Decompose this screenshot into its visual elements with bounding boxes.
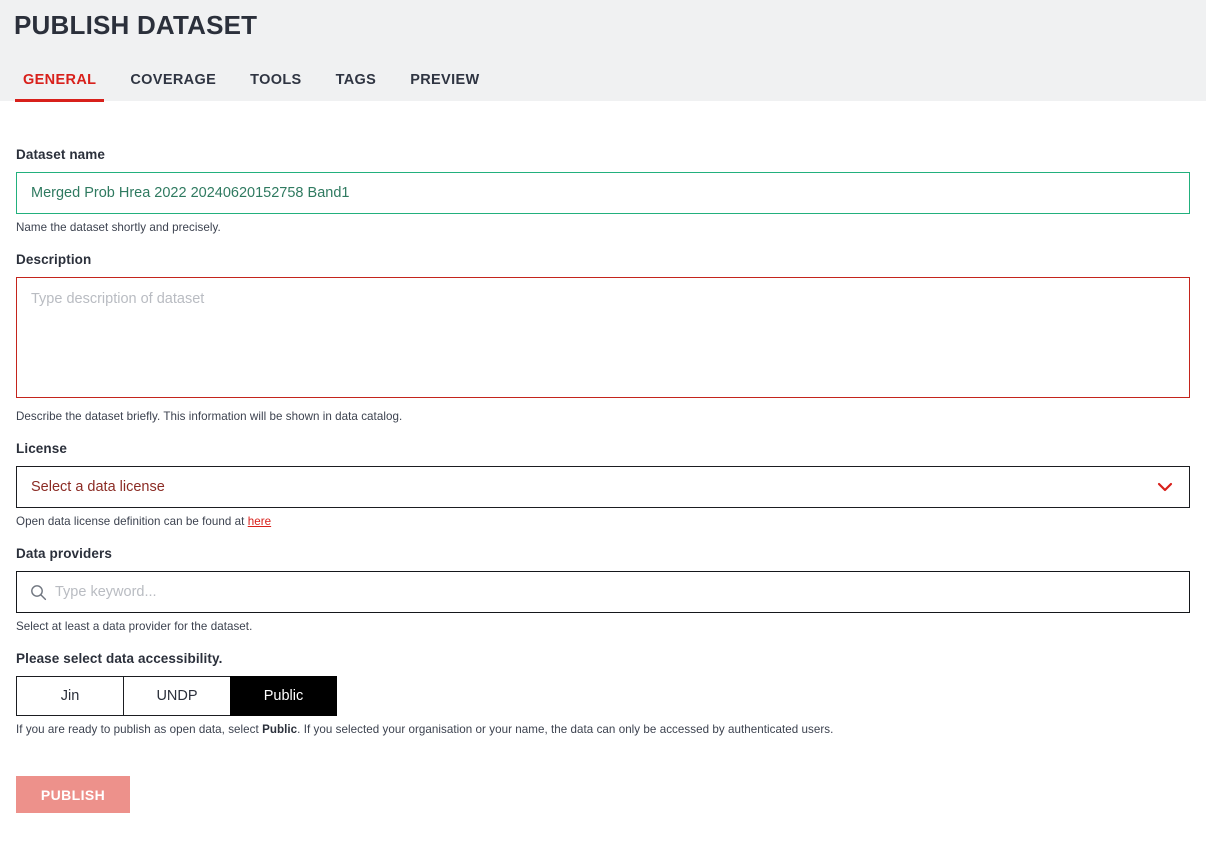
accessibility-help-part2: . If you selected your organisation or y… (297, 723, 833, 736)
tab-preview[interactable]: PREVIEW (402, 72, 487, 102)
data-providers-help: Select at least a data provider for the … (16, 620, 1190, 633)
tab-coverage[interactable]: COVERAGE (122, 72, 224, 102)
accessibility-segmented-control: Jin UNDP Public (16, 676, 1190, 716)
tab-general[interactable]: GENERAL (15, 72, 104, 102)
page-title: PUBLISH DATASET (0, 0, 1206, 48)
license-help-text: Open data license definition can be foun… (16, 515, 248, 528)
publish-button[interactable]: PUBLISH (16, 776, 130, 813)
accessibility-help: If you are ready to publish as open data… (16, 723, 1190, 736)
data-providers-field: Data providers Select at least a data pr… (16, 546, 1190, 633)
description-textarea[interactable] (16, 277, 1190, 398)
tab-tools[interactable]: TOOLS (242, 72, 309, 102)
license-field: License Select a data license Open data … (16, 441, 1190, 528)
description-help: Describe the dataset briefly. This infor… (16, 410, 1190, 423)
accessibility-option-public[interactable]: Public (230, 676, 337, 716)
dataset-name-input[interactable] (16, 172, 1190, 214)
tab-general-label: GENERAL (23, 72, 96, 88)
tab-tags[interactable]: TAGS (328, 72, 385, 102)
accessibility-option-undp-label: UNDP (156, 688, 197, 704)
description-label: Description (16, 252, 1190, 267)
tab-coverage-label: COVERAGE (130, 72, 216, 88)
chevron-down-icon (1157, 482, 1173, 492)
accessibility-label: Please select data accessibility. (16, 651, 1190, 666)
accessibility-field: Please select data accessibility. Jin UN… (16, 651, 1190, 736)
accessibility-option-jin[interactable]: Jin (16, 676, 123, 716)
license-label: License (16, 441, 1190, 456)
license-definition-link[interactable]: here (248, 515, 271, 528)
dataset-name-label: Dataset name (16, 147, 1190, 162)
dataset-name-field: Dataset name Name the dataset shortly an… (16, 147, 1190, 234)
tab-tags-label: TAGS (336, 72, 377, 88)
license-selected-value: Select a data license (17, 479, 1157, 495)
search-icon (30, 584, 47, 601)
description-field: Description Describe the dataset briefly… (16, 252, 1190, 423)
accessibility-help-part1: If you are ready to publish as open data… (16, 723, 262, 736)
data-providers-search-wrap[interactable] (16, 571, 1190, 613)
accessibility-option-public-label: Public (264, 688, 304, 704)
data-providers-label: Data providers (16, 546, 1190, 561)
accessibility-option-undp[interactable]: UNDP (123, 676, 230, 716)
license-select[interactable]: Select a data license (16, 466, 1190, 508)
tab-tools-label: TOOLS (250, 72, 301, 88)
data-providers-search-input[interactable] (55, 572, 1189, 612)
tab-preview-label: PREVIEW (410, 72, 479, 88)
dataset-name-help: Name the dataset shortly and precisely. (16, 221, 1190, 234)
accessibility-option-jin-label: Jin (61, 688, 80, 704)
publish-dataset-form: Dataset name Name the dataset shortly an… (0, 101, 1206, 813)
accessibility-help-bold: Public (262, 723, 297, 736)
tab-bar: GENERAL COVERAGE TOOLS TAGS PREVIEW (0, 56, 1206, 102)
license-help: Open data license definition can be foun… (16, 515, 1190, 528)
page-header: PUBLISH DATASET GENERAL COVERAGE TOOLS T… (0, 0, 1206, 101)
